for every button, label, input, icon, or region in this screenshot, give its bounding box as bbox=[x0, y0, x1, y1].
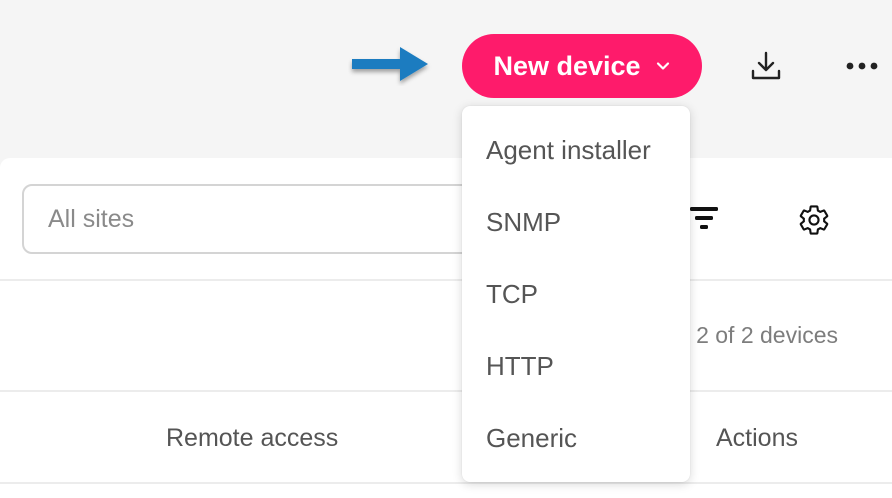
new-device-button[interactable]: New device bbox=[462, 34, 702, 98]
menu-item-http[interactable]: HTTP bbox=[462, 330, 690, 402]
divider bbox=[0, 390, 892, 392]
top-bar: New device bbox=[0, 0, 892, 158]
column-header-remote-access[interactable]: Remote access bbox=[166, 424, 338, 453]
device-count: 2 of 2 devices bbox=[696, 322, 838, 348]
new-device-label: New device bbox=[493, 50, 641, 81]
menu-item-tcp[interactable]: TCP bbox=[462, 258, 690, 330]
menu-item-snmp[interactable]: SNMP bbox=[462, 186, 690, 258]
settings-button[interactable] bbox=[792, 198, 836, 242]
more-options-button[interactable] bbox=[836, 44, 888, 88]
filter-icon bbox=[690, 207, 718, 229]
divider bbox=[0, 279, 892, 281]
column-header-actions[interactable]: Actions bbox=[716, 424, 798, 453]
new-device-menu: Agent installer SNMP TCP HTTP Generic bbox=[462, 106, 690, 482]
gear-icon bbox=[799, 205, 829, 235]
download-icon bbox=[751, 51, 781, 80]
menu-item-generic[interactable]: Generic bbox=[462, 402, 690, 474]
arrow-right-icon bbox=[352, 47, 428, 81]
download-button[interactable] bbox=[744, 44, 788, 88]
more-horizontal-icon bbox=[846, 62, 878, 70]
menu-item-agent-installer[interactable]: Agent installer bbox=[462, 114, 690, 186]
chevron-down-icon bbox=[656, 62, 669, 70]
devices-panel: 2 of 2 devices Remote access Actions bbox=[0, 158, 892, 498]
divider bbox=[0, 482, 892, 484]
